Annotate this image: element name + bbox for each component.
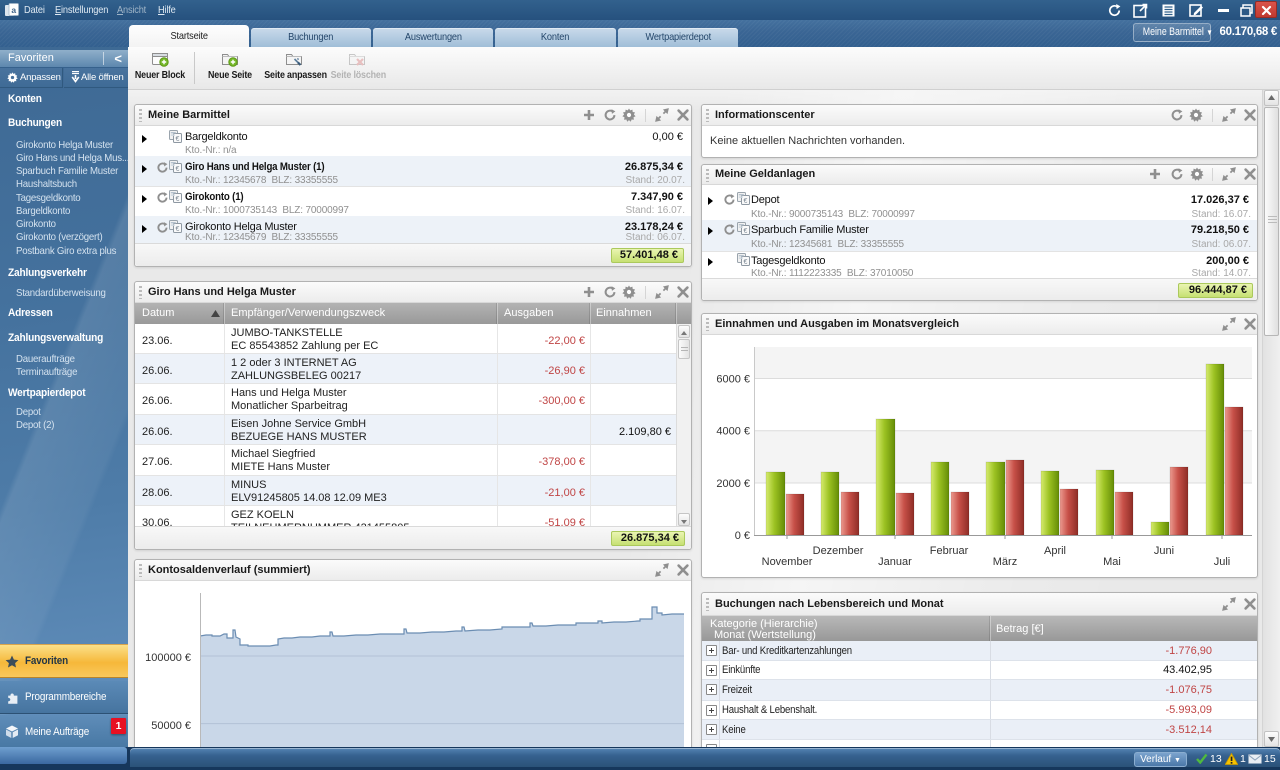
svg-text:Januar: Januar [878,556,912,568]
svg-text:a: a [11,5,16,15]
svg-text:Dezember: Dezember [813,545,864,557]
svg-text:Juni: Juni [1154,545,1174,557]
svg-text:2000 €: 2000 € [716,478,750,490]
svg-text:4000 €: 4000 € [716,426,750,438]
svg-text:Mai: Mai [1103,556,1121,568]
svg-text:März: März [993,556,1017,568]
svg-text:0 €: 0 € [735,530,750,542]
svg-text:6000 €: 6000 € [716,374,750,386]
svg-text:Februar: Februar [930,545,969,557]
svg-text:April: April [1044,545,1066,557]
svg-text:November: November [762,556,813,568]
svg-text:Juli: Juli [1214,556,1231,568]
